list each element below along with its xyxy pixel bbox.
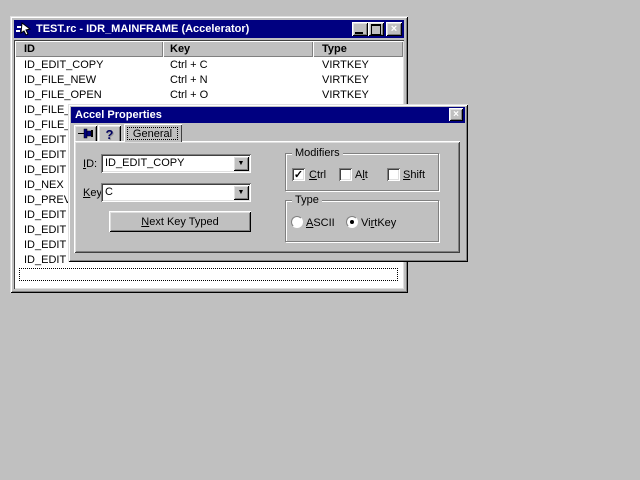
tab-general[interactable]: General	[124, 124, 182, 142]
alt-label[interactable]: Alt	[355, 169, 368, 181]
table-row[interactable]: ID_EDIT_COPYCtrl + CVIRTKEY	[14, 58, 404, 73]
shift-checkbox[interactable]	[387, 168, 400, 181]
ascii-radio[interactable]	[291, 216, 303, 228]
virtkey-radio[interactable]	[346, 216, 358, 228]
dialog-close-button[interactable]: ×	[449, 108, 463, 121]
desktop: TEST.rc - IDR_MAINFRAME (Accelerator) × …	[0, 0, 640, 480]
close-icon: ×	[453, 110, 459, 120]
dialog-titlebar[interactable]: Accel Properties ×	[71, 107, 465, 123]
column-header-key[interactable]: Key	[163, 41, 313, 57]
alt-checkbox[interactable]	[339, 168, 352, 181]
main-window-titlebar[interactable]: TEST.rc - IDR_MAINFRAME (Accelerator) ×	[14, 20, 404, 38]
chevron-down-icon: ▼	[238, 160, 245, 167]
table-row[interactable]: ID_FILE_OPENCtrl + OVIRTKEY	[14, 88, 404, 103]
type-group: Type ASCII VirtKey	[285, 200, 439, 242]
virtkey-label[interactable]: VirtKey	[361, 217, 396, 229]
ctrl-label[interactable]: Ctrl	[309, 169, 326, 181]
modifiers-caption: Modifiers	[292, 147, 343, 159]
modifiers-group: Modifiers ✓ Ctrl Alt Shift	[285, 153, 439, 191]
key-combobox-arrow[interactable]: ▼	[233, 185, 249, 200]
tab-general-label: General	[133, 128, 172, 140]
key-combobox[interactable]: C ▼	[101, 183, 251, 202]
id-combobox-arrow[interactable]: ▼	[233, 156, 249, 171]
type-caption: Type	[292, 194, 322, 206]
id-combobox-value[interactable]: ID_EDIT_COPY	[101, 154, 251, 173]
check-icon: ✓	[294, 168, 303, 181]
minimize-icon	[355, 32, 363, 34]
ascii-label[interactable]: ASCII	[306, 217, 335, 229]
general-tab-page: ID: ID_EDIT_COPY ▼ Key: C ▼ Next Key Typ…	[74, 141, 460, 253]
accel-properties-dialog: Accel Properties × ? General ID: ID_EDIT…	[68, 104, 468, 262]
id-combobox[interactable]: ID_EDIT_COPY ▼	[101, 154, 251, 173]
maximize-icon	[371, 24, 381, 35]
column-header-id[interactable]: ID	[15, 41, 163, 57]
chevron-down-icon: ▼	[238, 189, 245, 196]
maximize-button[interactable]	[368, 22, 384, 36]
pushpin-icon	[78, 128, 94, 140]
shift-label[interactable]: Shift	[403, 169, 425, 181]
close-button[interactable]: ×	[386, 22, 402, 36]
accelerator-icon[interactable]	[16, 22, 32, 36]
column-header-type[interactable]: Type	[313, 41, 403, 57]
next-key-typed-button[interactable]: Next Key Typed	[109, 211, 251, 232]
help-icon: ?	[106, 127, 114, 142]
close-icon: ×	[391, 24, 397, 34]
key-combobox-value[interactable]: C	[101, 183, 251, 202]
id-label: ID:	[83, 158, 97, 170]
radio-dot-icon	[350, 220, 354, 224]
table-row[interactable]: ID_FILE_NEWCtrl + NVIRTKEY	[14, 73, 404, 88]
new-accelerator-placeholder-row[interactable]	[19, 268, 398, 281]
ctrl-checkbox[interactable]: ✓	[292, 168, 305, 181]
minimize-button[interactable]	[352, 22, 368, 36]
dialog-title: Accel Properties	[75, 109, 162, 121]
main-window-title: TEST.rc - IDR_MAINFRAME (Accelerator)	[36, 23, 249, 35]
